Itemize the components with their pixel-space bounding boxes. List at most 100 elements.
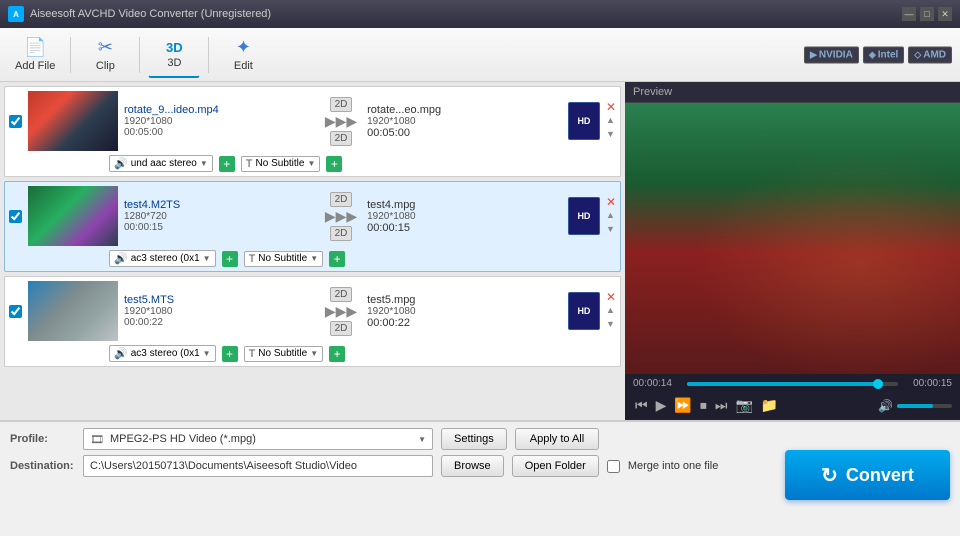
- row-down-3[interactable]: ▼: [606, 319, 616, 331]
- file-input-dur-2: 00:00:15: [124, 222, 315, 233]
- skip-start-button[interactable]: ⏮: [633, 395, 650, 416]
- row-controls-3: ✕ ▲ ▼: [606, 291, 616, 330]
- 2d-right-badge-1: 2D: [330, 131, 353, 146]
- audio-select-2[interactable]: 🔊 ac3 stereo (0x1 ▼: [109, 250, 216, 267]
- audio-arrow-1: ▼: [200, 159, 208, 168]
- add-subtitle-2[interactable]: +: [329, 251, 345, 267]
- progress-track[interactable]: [687, 382, 898, 386]
- add-file-icon: 📄: [24, 37, 46, 58]
- row-close-3[interactable]: ✕: [606, 291, 616, 303]
- file-output-name-3: test5.mpg: [367, 294, 558, 306]
- restore-button[interactable]: □: [920, 7, 934, 21]
- file-input-info-3: test5.MTS 1920*1080 00:00:22: [124, 294, 315, 328]
- preview-header: Preview: [625, 82, 960, 103]
- volume-track[interactable]: [897, 404, 952, 408]
- profile-label: Profile:: [10, 433, 75, 445]
- fast-forward-button[interactable]: ⏩: [672, 395, 693, 416]
- time-current: 00:00:14: [633, 378, 681, 389]
- row-up-2[interactable]: ▲: [606, 210, 616, 222]
- stop-button[interactable]: ⏹: [698, 395, 709, 416]
- file-output-name-2: test4.mpg: [367, 199, 558, 211]
- apply-all-button[interactable]: Apply to All: [515, 428, 599, 450]
- merge-label: Merge into one file: [628, 460, 719, 472]
- file-list: rotate_9...ideo.mp4 1920*1080 00:05:00 2…: [0, 82, 625, 420]
- row-controls-1: ✕ ▲ ▼: [606, 101, 616, 140]
- profile-row: Profile: 🎞 MPEG2-PS HD Video (*.mpg) ▼ S…: [10, 428, 950, 450]
- clip-icon: ✂: [98, 37, 113, 58]
- settings-button[interactable]: Settings: [441, 428, 507, 450]
- file-input-info-1: rotate_9...ideo.mp4 1920*1080 00:05:00: [124, 104, 315, 138]
- file-output-dur-3: 00:00:22: [367, 317, 558, 329]
- row-up-1[interactable]: ▲: [606, 115, 616, 127]
- destination-input[interactable]: [83, 455, 433, 477]
- preview-panel: Preview 00:00:14 00:00:15 ⏮ ▶ ⏩ ⏹ ⏭ 📷 �: [625, 82, 960, 420]
- file-input-name-3: test5.MTS: [124, 294, 315, 306]
- table-row: test5.MTS 1920*1080 00:00:22 2D ▶▶▶ 2D t…: [4, 276, 621, 367]
- add-file-button[interactable]: 📄 Add File: [8, 32, 62, 78]
- file-output-dur-1: 00:05:00: [367, 127, 558, 139]
- intel-icon: ◈: [869, 49, 876, 60]
- audio-select-1[interactable]: 🔊 und aac stereo ▼: [109, 155, 213, 172]
- file-output-info-1: rotate...eo.mpg 1920*1080 00:05:00: [367, 104, 558, 139]
- file-checkbox-1[interactable]: [9, 115, 22, 128]
- convert-arrows-2: 2D ▶▶▶ 2D: [321, 192, 361, 241]
- row-close-2[interactable]: ✕: [606, 196, 616, 208]
- browse-button[interactable]: Browse: [441, 455, 504, 477]
- clip-button[interactable]: ✂ Clip: [79, 32, 131, 78]
- merge-checkbox[interactable]: [607, 460, 620, 473]
- profile-value: MPEG2-PS HD Video (*.mpg): [110, 433, 412, 445]
- audio-icon-1: 🔊: [114, 157, 128, 170]
- convert-button[interactable]: ↻ Convert: [785, 450, 950, 500]
- subtitle-select-1[interactable]: T No Subtitle ▼: [241, 156, 321, 172]
- play-button[interactable]: ▶: [654, 395, 669, 416]
- volume-icon: 🔊: [878, 399, 893, 413]
- 3d-icon: 3D: [166, 40, 183, 55]
- minimize-button[interactable]: —: [902, 7, 916, 21]
- nvidia-icon: ▶: [810, 49, 817, 60]
- 2d-left-badge-3: 2D: [330, 287, 353, 302]
- file-output-info-2: test4.mpg 1920*1080 00:00:15: [367, 199, 558, 234]
- add-subtitle-3[interactable]: +: [329, 346, 345, 362]
- skip-end-button[interactable]: ⏭: [713, 395, 730, 416]
- subtitle-icon-1: T: [246, 158, 253, 170]
- bottom-section: Profile: 🎞 MPEG2-PS HD Video (*.mpg) ▼ S…: [0, 420, 960, 510]
- file-thumbnail-1: [28, 91, 118, 151]
- subtitle-select-2[interactable]: T No Subtitle ▼: [244, 251, 324, 267]
- add-file-label: Add File: [15, 60, 55, 72]
- screenshot-button[interactable]: 📷: [733, 395, 754, 416]
- destination-label: Destination:: [10, 460, 75, 472]
- row-down-2[interactable]: ▼: [606, 224, 616, 236]
- add-subtitle-1[interactable]: +: [326, 156, 342, 172]
- subtitle-icon-3: T: [249, 348, 256, 360]
- amd-badge: ◇ AMD: [908, 46, 952, 63]
- subtitle-icon-2: T: [249, 253, 256, 265]
- audio-icon-3: 🔊: [114, 347, 128, 360]
- convert-arrows-3: 2D ▶▶▶ 2D: [321, 287, 361, 336]
- table-row: test4.M2TS 1280*720 00:00:15 2D ▶▶▶ 2D t…: [4, 181, 621, 272]
- add-audio-3[interactable]: +: [222, 346, 238, 362]
- file-input-info-2: test4.M2TS 1280*720 00:00:15: [124, 199, 315, 233]
- hw-badges: ▶ NVIDIA ◈ Intel ◇ AMD: [804, 46, 952, 63]
- close-button[interactable]: ✕: [938, 7, 952, 21]
- folder-button[interactable]: 📁: [759, 395, 780, 416]
- row-up-3[interactable]: ▲: [606, 305, 616, 317]
- audio-select-3[interactable]: 🔊 ac3 stereo (0x1 ▼: [109, 345, 216, 362]
- file-input-name-2: test4.M2TS: [124, 199, 315, 211]
- file-output-dur-2: 00:00:15: [367, 222, 558, 234]
- nvidia-badge: ▶ NVIDIA: [804, 46, 859, 63]
- toolbar-separator-3: [208, 37, 209, 73]
- table-row: rotate_9...ideo.mp4 1920*1080 00:05:00 2…: [4, 86, 621, 177]
- file-checkbox-2[interactable]: [9, 210, 22, 223]
- audio-arrow-3: ▼: [203, 349, 211, 358]
- edit-button[interactable]: ✦ Edit: [217, 32, 269, 78]
- row-close-1[interactable]: ✕: [606, 101, 616, 113]
- 3d-button[interactable]: 3D 3D: [148, 32, 200, 78]
- add-audio-1[interactable]: +: [219, 156, 235, 172]
- file-checkbox-3[interactable]: [9, 305, 22, 318]
- intel-badge: ◈ Intel: [863, 46, 904, 63]
- add-audio-2[interactable]: +: [222, 251, 238, 267]
- open-folder-button[interactable]: Open Folder: [512, 455, 599, 477]
- profile-select[interactable]: 🎞 MPEG2-PS HD Video (*.mpg) ▼: [83, 428, 433, 450]
- subtitle-select-3[interactable]: T No Subtitle ▼: [244, 346, 324, 362]
- row-down-1[interactable]: ▼: [606, 129, 616, 141]
